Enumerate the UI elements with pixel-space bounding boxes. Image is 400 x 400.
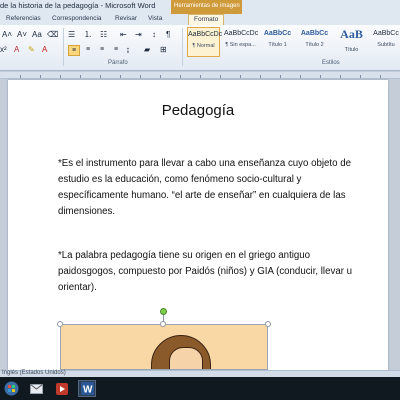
bullets-icon[interactable]: ☰: [68, 30, 75, 40]
sort-icon[interactable]: ↕: [152, 30, 156, 40]
style-sample: AaBbCc: [263, 30, 292, 37]
resize-handle[interactable]: [57, 321, 63, 327]
style-heading-2[interactable]: AaBbCc Título 2: [298, 27, 331, 57]
highlight-color-icon[interactable]: ✎: [28, 45, 35, 55]
tab-review[interactable]: Revisar: [115, 15, 137, 22]
tab-mailings[interactable]: Correspondencia: [52, 15, 102, 22]
style-sample: AaBbCc: [300, 30, 329, 37]
paragraph-2: *La palabra pedagogía tiene su origen en…: [58, 250, 353, 293]
borders-icon[interactable]: ⊞: [160, 45, 167, 55]
style-name: Título 1: [268, 42, 287, 48]
page-title: Pedagogía: [161, 102, 235, 119]
resize-handle[interactable]: [265, 321, 271, 327]
styles-group-label: Estilos: [322, 60, 340, 66]
style-name: ¶ Normal: [192, 43, 215, 49]
text-effects-icon[interactable]: A: [14, 45, 19, 55]
image-face: [169, 347, 203, 369]
font-grow-icon[interactable]: A˄: [2, 30, 12, 40]
decrease-indent-icon[interactable]: ⇤: [120, 30, 127, 40]
paragraph-group-label: Párrafo: [108, 60, 128, 66]
tab-format[interactable]: Formato: [188, 14, 225, 25]
style-sample: AaBbCcDc: [188, 31, 223, 38]
paragraph-1: *Es el instrumento para llevar a cabo un…: [58, 158, 351, 217]
tab-view[interactable]: Vista: [148, 15, 162, 22]
increase-indent-icon[interactable]: ⇥: [135, 30, 142, 40]
align-left-icon[interactable]: ≡: [68, 45, 80, 56]
start-button[interactable]: [2, 380, 20, 397]
resize-handle[interactable]: [160, 321, 166, 327]
style-title[interactable]: AaB Título: [335, 27, 368, 57]
ribbon: A˄ A˅ Aa ⌫ x² A ✎ A ☰ ⒈ ☷ ⇤ ⇥ ↕ ¶ ≡ ≡ ≡ …: [0, 25, 400, 71]
mail-icon: [29, 383, 43, 394]
style-sample: AaBbCcDc: [224, 30, 259, 37]
style-name: Subtítu: [377, 42, 395, 48]
status-bar: Inglés (Estados Unidos): [0, 370, 400, 377]
style-heading-1[interactable]: AaBbCc Título 1: [261, 27, 294, 57]
font-shrink-icon[interactable]: A˅: [17, 30, 27, 40]
align-right-icon[interactable]: ≡: [96, 45, 108, 56]
style-normal[interactable]: AaBbCcDc ¶ Normal: [187, 27, 223, 57]
window-title: de la historia de la pedagogía - Microso…: [0, 1, 156, 10]
picture-tools-tab[interactable]: Herramientas de imagen: [171, 0, 242, 14]
superscript-icon[interactable]: x²: [0, 45, 7, 55]
windows-logo-icon: [4, 381, 18, 396]
taskbar: W: [0, 377, 400, 400]
numbering-icon[interactable]: ⒈: [84, 30, 92, 40]
line-spacing-icon[interactable]: ↨: [126, 45, 130, 55]
document-page[interactable]: Pedagogía *Es el instrumento para llevar…: [8, 80, 388, 370]
style-name: ¶ Sin espa...: [225, 42, 256, 48]
word-taskbar-button[interactable]: W: [78, 380, 96, 397]
title-bar: de la historia de la pedagogía - Microso…: [0, 0, 400, 14]
ribbon-tabs: Referencias Correspondencia Revisar Vist…: [0, 14, 400, 25]
mail-taskbar-button[interactable]: [27, 380, 45, 397]
document-area: Pedagogía *Es el instrumento para llevar…: [0, 80, 400, 370]
group-separator: [182, 28, 183, 66]
change-case-icon[interactable]: Aa: [32, 30, 42, 40]
justify-icon[interactable]: ≡: [110, 45, 122, 56]
horizontal-ruler[interactable]: [0, 72, 400, 79]
align-center-icon[interactable]: ≡: [82, 45, 94, 56]
style-no-spacing[interactable]: AaBbCcDc ¶ Sin espa...: [224, 27, 259, 57]
style-sample: AaB: [340, 27, 363, 41]
multilevel-list-icon[interactable]: ☷: [100, 30, 107, 40]
style-sample: AaBbCc: [373, 30, 399, 37]
cartoon-image[interactable]: [60, 324, 268, 370]
media-player-icon: [56, 382, 68, 395]
media-taskbar-button[interactable]: [53, 380, 71, 397]
font-color-icon[interactable]: A: [42, 45, 47, 55]
style-subtitle[interactable]: AaBbCc Subtítu: [372, 27, 400, 57]
show-formatting-icon[interactable]: ¶: [166, 30, 170, 40]
rotation-handle[interactable]: [160, 308, 167, 315]
style-name: Título: [344, 47, 359, 53]
shading-icon[interactable]: ▰: [144, 45, 150, 55]
style-name: Título 2: [305, 42, 324, 48]
status-language[interactable]: Inglés (Estados Unidos): [2, 370, 66, 376]
word-icon: W: [80, 382, 94, 396]
clear-format-icon[interactable]: ⌫: [47, 30, 58, 40]
svg-text:W: W: [83, 385, 93, 396]
group-separator: [63, 28, 64, 66]
tab-references[interactable]: Referencias: [6, 15, 41, 22]
